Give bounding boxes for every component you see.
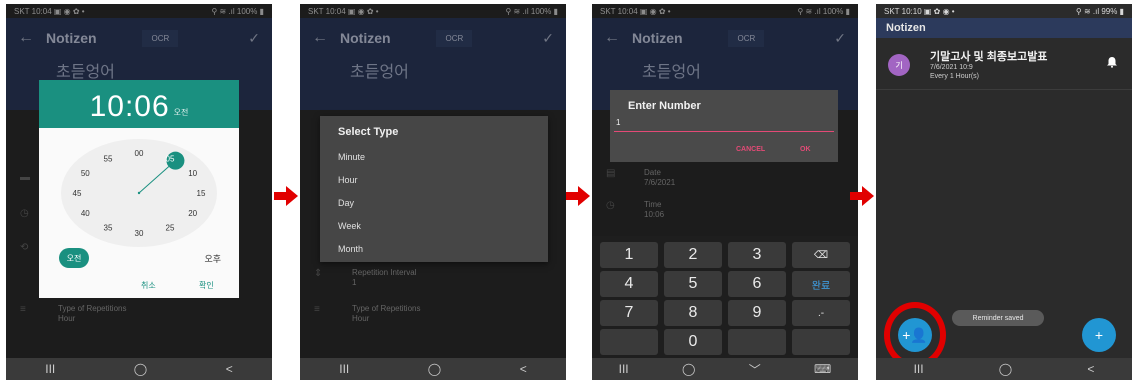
option-minute[interactable]: Minute — [338, 152, 365, 162]
dialog-title: Select Type — [338, 126, 399, 138]
status-right: ⚲ ≋ .ıl 99% ▮ — [1075, 7, 1124, 16]
keypad-key[interactable]: .- — [792, 300, 850, 326]
nav-bar: III ◯ < — [876, 358, 1132, 380]
clock-minute-label[interactable]: 40 — [81, 209, 90, 218]
screen-time-picker: SKT 10:04 ▣ ◉ ✿ • ⚲ ≋ .ıl 100% ▮ ← Notiz… — [6, 4, 272, 380]
status-bar: SKT 10:10 ▣ ✿ ◉ • ⚲ ≋ .ıl 99% ▮ — [876, 4, 1132, 18]
clock-minute-label[interactable]: 20 — [188, 209, 197, 218]
cancel-button[interactable]: CANCEL — [736, 146, 765, 153]
clock-minute-label[interactable]: 45 — [73, 189, 82, 198]
keyboard-icon[interactable]: ⌨ — [814, 362, 831, 376]
picker-time[interactable]: 10:06 — [90, 90, 170, 124]
option-month[interactable]: Month — [338, 244, 363, 254]
hide-keyboard-icon[interactable]: ﹀ — [749, 361, 761, 378]
clock-minute-label[interactable]: 00 — [135, 149, 144, 158]
back-icon[interactable]: < — [226, 362, 233, 376]
keypad-key[interactable]: 9 — [728, 300, 786, 326]
clock-minute-label[interactable]: 25 — [166, 224, 175, 233]
clock-minute-label[interactable]: 55 — [104, 154, 113, 163]
back-icon[interactable]: < — [520, 362, 527, 376]
home-icon[interactable]: ◯ — [682, 362, 695, 376]
keypad-key[interactable] — [600, 329, 658, 355]
enter-number-dialog: Enter Number 1 CANCEL OK — [610, 90, 838, 162]
option-day[interactable]: Day — [338, 198, 354, 208]
clock-minute-label[interactable]: 10 — [188, 169, 197, 178]
dialog-title: Enter Number — [628, 100, 701, 112]
cancel-button[interactable]: 취소 — [141, 280, 156, 291]
clock-minute-label[interactable]: 50 — [81, 169, 90, 178]
alarm-bell-icon[interactable] — [1106, 56, 1118, 68]
keypad-key[interactable] — [792, 329, 850, 355]
screen-select-type: SKT 10:04 ▣ ◉ ✿ • ⚲ ≋ .ıl 100% ▮ ← Notiz… — [300, 4, 566, 380]
ok-button[interactable]: OK — [800, 146, 811, 153]
keypad-key[interactable] — [728, 329, 786, 355]
list-item[interactable]: 기 기말고사 및 최종보고발표 7/6/2021 10:9 Every 1 Ho… — [876, 44, 1132, 90]
keypad-key[interactable]: 3 — [728, 242, 786, 268]
keypad-key[interactable]: 1 — [600, 242, 658, 268]
keypad-key[interactable]: 완료 — [792, 271, 850, 297]
arrow-2 — [566, 186, 590, 206]
back-icon[interactable]: < — [1087, 362, 1094, 376]
recents-icon[interactable]: III — [339, 362, 349, 376]
clock-minute-label[interactable]: 35 — [104, 224, 113, 233]
select-type-dialog: Select Type Minute Hour Day Week Month — [320, 116, 548, 262]
keypad-key[interactable]: 7 — [600, 300, 658, 326]
keypad-key[interactable]: 5 — [664, 271, 722, 297]
status-left: SKT 10:10 ▣ ✿ ◉ • — [884, 7, 955, 16]
clock-dial[interactable]: 00 05 10 15 20 25 30 35 40 45 50 55 — [57, 138, 221, 248]
picker-ampm[interactable]: 오전 — [174, 107, 189, 118]
keypad-key[interactable]: 6 — [728, 271, 786, 297]
pm-button[interactable]: 오후 — [204, 252, 221, 265]
clock-minute-label[interactable]: 05 — [166, 154, 175, 163]
screen-reminder-list: SKT 10:10 ▣ ✿ ◉ • ⚲ ≋ .ıl 99% ▮ Notizen … — [876, 4, 1132, 380]
keypad-key[interactable]: ⌫ — [792, 242, 850, 268]
item-date: 7/6/2021 10:9 — [930, 64, 973, 71]
time-picker-header: 10:06 오전 — [39, 80, 239, 128]
option-hour[interactable]: Hour — [338, 175, 358, 185]
home-icon[interactable]: ◯ — [428, 362, 441, 376]
recents-icon[interactable]: III — [619, 362, 629, 376]
recents-icon[interactable]: III — [45, 362, 55, 376]
option-week[interactable]: Week — [338, 221, 361, 231]
clock-center — [137, 191, 141, 195]
app-title: Notizen — [876, 18, 1132, 38]
nav-bar: III ◯ < — [300, 358, 566, 380]
home-icon[interactable]: ◯ — [134, 362, 147, 376]
arrow-3 — [850, 186, 874, 206]
numeric-keypad: 1 2 3 ⌫ 4 5 6 완료 7 8 9 .- 0 — [592, 236, 858, 358]
screen-enter-number: SKT 10:04 ▣ ◉ ✿ • ⚲ ≋ .ıl 100% ▮ ← Notiz… — [592, 4, 858, 380]
toast-message: Reminder saved — [952, 310, 1044, 326]
nav-bar: III ◯ < — [6, 358, 272, 380]
nav-bar: III ◯ ﹀ ⌨ — [592, 358, 858, 380]
number-input[interactable]: 1 — [614, 118, 834, 132]
item-repeat: Every 1 Hour(s) — [930, 73, 980, 80]
item-title: 기말고사 및 최종보고발표 — [930, 51, 1048, 63]
time-picker-dialog: 10:06 오전 00 05 10 15 20 25 30 35 40 45 50 55 오전 오후 … — [39, 80, 239, 298]
keypad-key[interactable]: 2 — [664, 242, 722, 268]
keypad-key[interactable]: 4 — [600, 271, 658, 297]
keypad-key[interactable]: 8 — [664, 300, 722, 326]
avatar: 기 — [888, 54, 910, 76]
arrow-1 — [274, 186, 298, 206]
am-button[interactable]: 오전 — [59, 248, 89, 268]
clock-minute-label[interactable]: 15 — [197, 189, 206, 198]
recents-icon[interactable]: III — [914, 362, 924, 376]
ok-button[interactable]: 확인 — [199, 280, 214, 291]
clock-face[interactable]: 00 05 10 15 20 25 30 35 40 45 50 55 — [57, 138, 221, 248]
clock-minute-label[interactable]: 30 — [135, 229, 144, 238]
home-icon[interactable]: ◯ — [999, 362, 1012, 376]
keypad-key[interactable]: 0 — [664, 329, 722, 355]
add-reminder-button[interactable]: + — [1082, 318, 1116, 352]
